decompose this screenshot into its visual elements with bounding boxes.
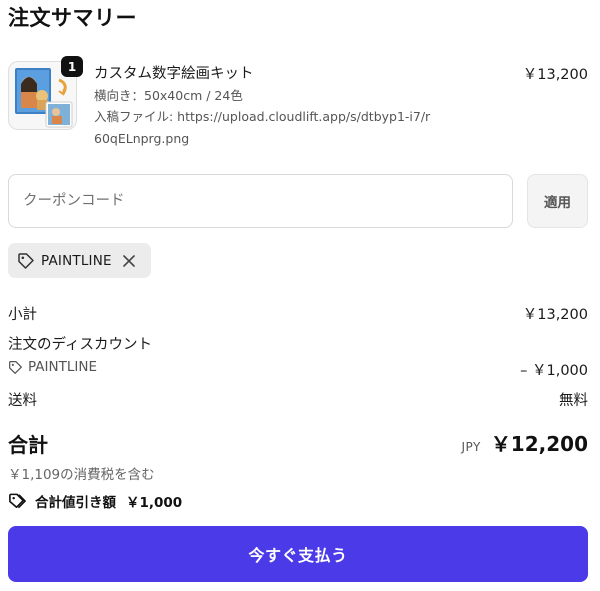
order-discount-label: 注文のディスカウント <box>8 337 152 353</box>
close-icon[interactable] <box>122 254 136 268</box>
coupon-code-input[interactable] <box>8 174 513 228</box>
total-savings: 合計値引き額 ￥1,000 <box>8 491 182 511</box>
discount-code-row: PAINTLINE <box>8 359 97 375</box>
tax-note: ￥1,109の消費税を含む <box>8 467 155 483</box>
discount-value: – ￥1,000 <box>520 363 588 379</box>
total-label: 合計 <box>8 433 48 457</box>
applied-coupon-code: PAINTLINE <box>41 252 112 269</box>
upload-file-link: 入稿ファイル: https://upload.cloudlift.app/s/d… <box>94 109 431 146</box>
product-name: カスタム数字絵画キット <box>94 66 254 82</box>
applied-coupon-chip: PAINTLINE <box>8 243 151 278</box>
quantity-badge: 1 <box>61 56 83 77</box>
total-currency: JPY <box>461 440 481 454</box>
remove-coupon-button[interactable] <box>122 254 136 268</box>
savings-label: 合計値引き額 <box>35 495 116 511</box>
savings-amount: ￥1,000 <box>126 495 183 511</box>
total-amount-group: JPY ￥12,200 <box>461 428 588 457</box>
apply-coupon-button[interactable]: 適用 <box>527 174 588 228</box>
pay-now-button[interactable]: 今すぐ支払う <box>8 526 588 582</box>
product-variant: 横向き：50x40cm / 24色 <box>94 88 243 103</box>
subtotal-value: ￥13,200 <box>522 307 588 323</box>
product-price: ￥13,200 <box>522 67 588 83</box>
subtotal-label: 小計 <box>8 307 37 323</box>
discount-code-label: PAINTLINE <box>28 359 97 375</box>
summary-title: 注文サマリー <box>8 6 137 30</box>
shipping-label: 送料 <box>8 393 37 409</box>
total-amount: ￥12,200 <box>490 432 588 456</box>
tags-icon <box>9 493 26 508</box>
tag-icon <box>18 252 34 269</box>
tag-icon <box>9 360 22 374</box>
shipping-value: 無料 <box>559 393 588 409</box>
